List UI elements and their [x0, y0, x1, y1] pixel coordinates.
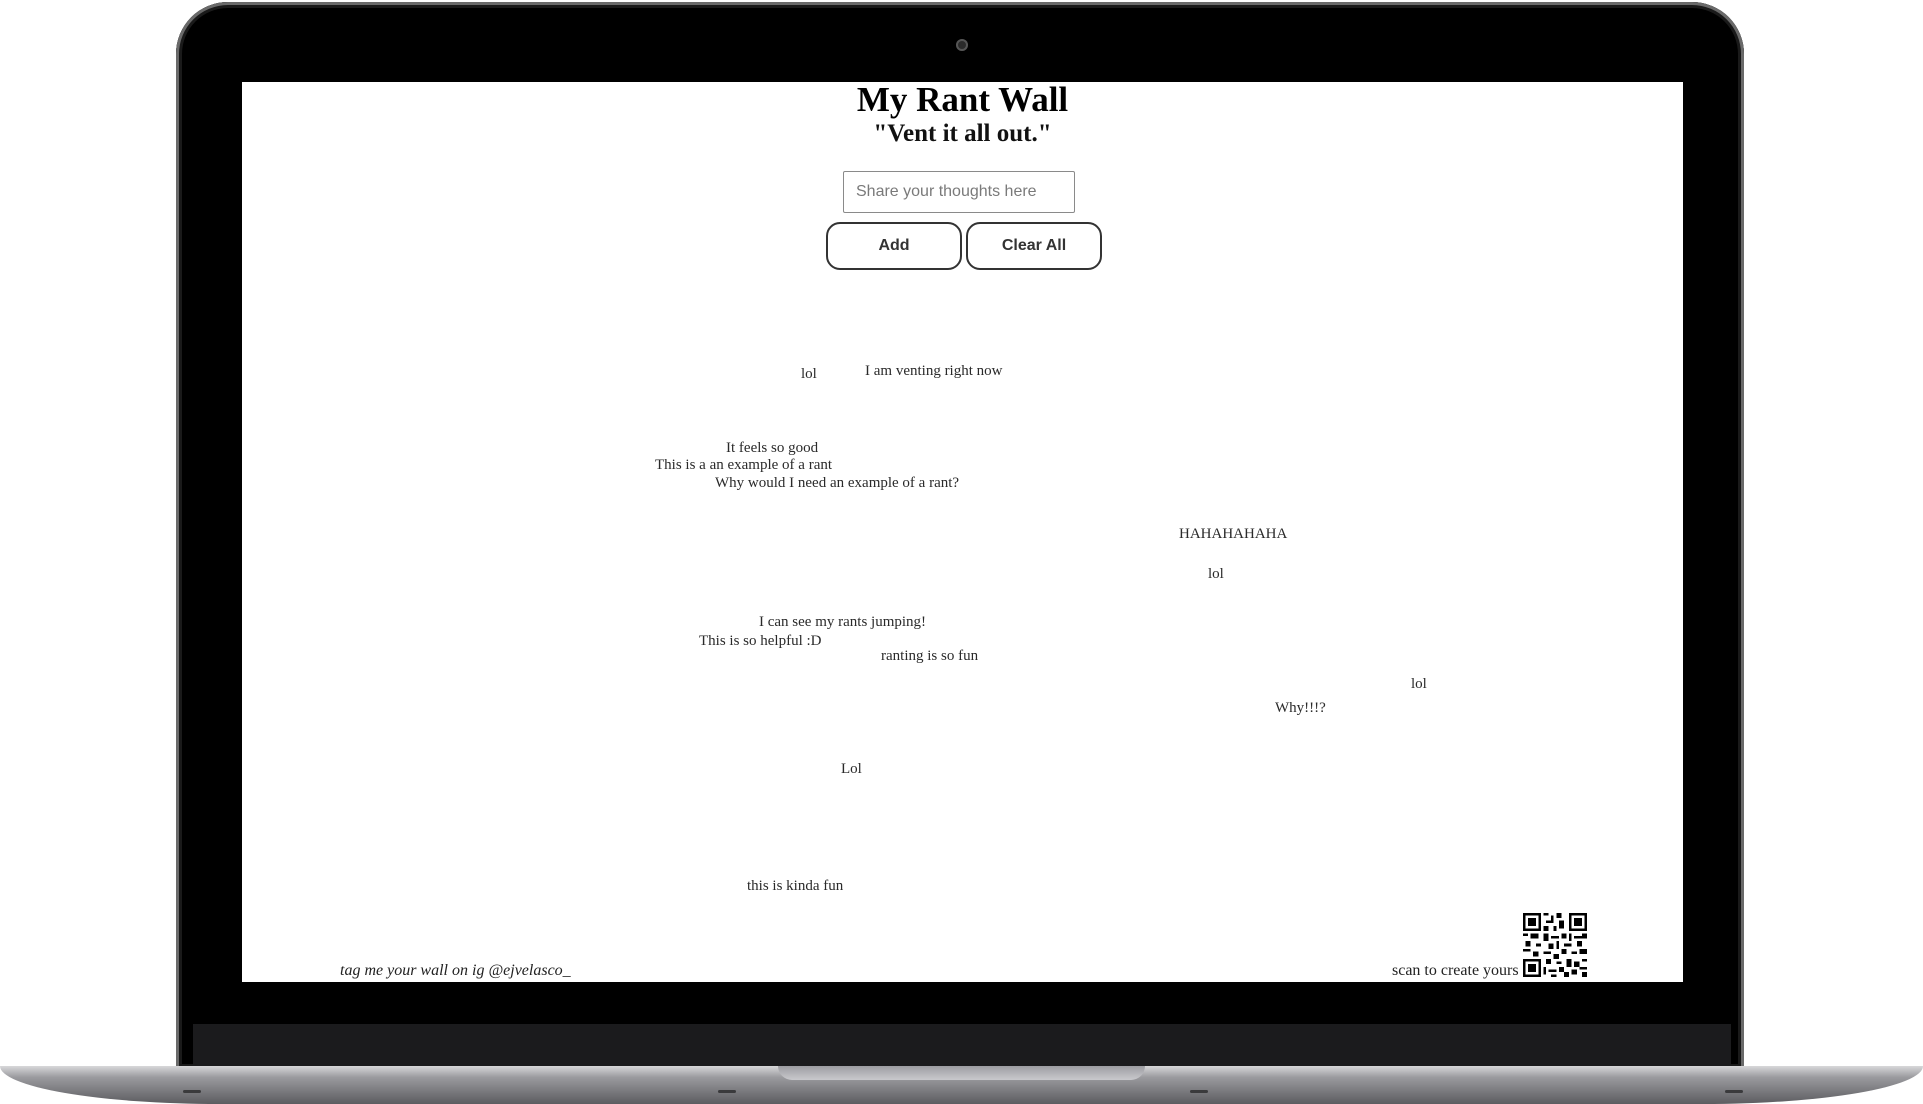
laptop-foot	[1190, 1090, 1208, 1093]
rant-item: Why would I need an example of a rant?	[715, 475, 960, 491]
laptop-hinge-notch	[778, 1066, 1145, 1080]
rant-input[interactable]	[843, 171, 1075, 213]
laptop-foot	[183, 1090, 201, 1093]
rant-item: lol	[1411, 676, 1427, 692]
page-subtitle: "Vent it all out."	[873, 120, 1052, 147]
rant-wall-page: My Rant Wall "Vent it all out." Add Clea…	[242, 82, 1683, 982]
webcam-icon	[956, 39, 968, 51]
laptop-chin	[193, 1024, 1731, 1066]
add-button[interactable]: Add	[826, 222, 962, 270]
scan-caption: scan to create yours	[1392, 962, 1519, 979]
rant-item: It feels so good	[726, 440, 819, 456]
laptop-foot	[718, 1090, 736, 1093]
laptop-foot	[1725, 1090, 1743, 1093]
rant-item: This is so helpful :D	[699, 633, 822, 649]
clear-all-button[interactable]: Clear All	[966, 222, 1102, 270]
rant-item: HAHAHAHAHA	[1179, 526, 1288, 542]
rant-item: Why!!!?	[1275, 700, 1326, 716]
rant-item: ranting is so fun	[881, 648, 979, 664]
rant-item: I am venting right now	[865, 363, 1003, 379]
rant-item: I can see my rants jumping!	[759, 614, 927, 630]
qr-code-icon[interactable]	[1523, 913, 1587, 977]
rant-item: lol	[1208, 566, 1224, 582]
page-title: My Rant Wall	[856, 82, 1069, 119]
instagram-tag-text: tag me your wall on ig @ejvelasco_	[340, 962, 571, 979]
rant-item: this is kinda fun	[747, 878, 844, 894]
rant-item: This is a an example of a rant	[655, 457, 833, 473]
rant-item: lol	[801, 366, 817, 382]
rant-item: Lol	[841, 761, 862, 777]
